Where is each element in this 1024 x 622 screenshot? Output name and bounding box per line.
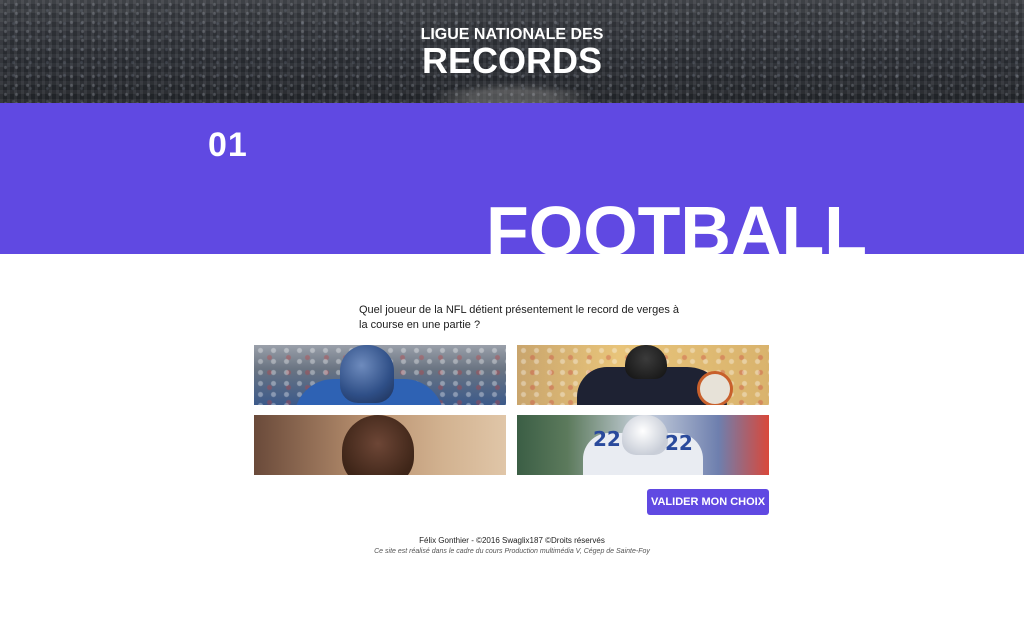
jersey-number-left: 22: [593, 427, 621, 451]
category-title: FOOTBALL: [486, 192, 868, 254]
answer-choice-4[interactable]: 22 22: [517, 415, 769, 475]
question-text: Quel joueur de la NFL détient présenteme…: [359, 304, 679, 331]
jersey-number-right: 22: [665, 431, 693, 455]
question-number: 01: [208, 126, 248, 164]
footer-credits: Félix Gonthier - ©2016 Swaglix187 ©Droit…: [419, 536, 605, 545]
answer-choice-1[interactable]: [254, 345, 506, 405]
category-band: 01 FOOTBALL: [0, 103, 1024, 254]
page: LIGUE NATIONALE DES RECORDS 01 FOOTBALL …: [0, 0, 1024, 622]
player-helmet-image: [625, 345, 667, 379]
site-logo[interactable]: LIGUE NATIONALE DES RECORDS: [0, 26, 1024, 81]
football-image: [697, 371, 733, 405]
answer-choice-2[interactable]: [517, 345, 769, 405]
player-portrait-image: [342, 415, 414, 475]
submit-choice-button[interactable]: VALIDER MON CHOIX: [647, 489, 769, 515]
player-helmet-image: [340, 345, 394, 403]
logo-line-2: RECORDS: [421, 40, 603, 81]
answer-choice-3[interactable]: [254, 415, 506, 475]
footer: Félix Gonthier - ©2016 Swaglix187 ©Droit…: [0, 535, 1024, 557]
player-helmet-image: [622, 415, 668, 455]
footer-note: Ce site est réalisé dans le cadre du cou…: [374, 548, 650, 555]
header-banner: LIGUE NATIONALE DES RECORDS: [0, 0, 1024, 103]
